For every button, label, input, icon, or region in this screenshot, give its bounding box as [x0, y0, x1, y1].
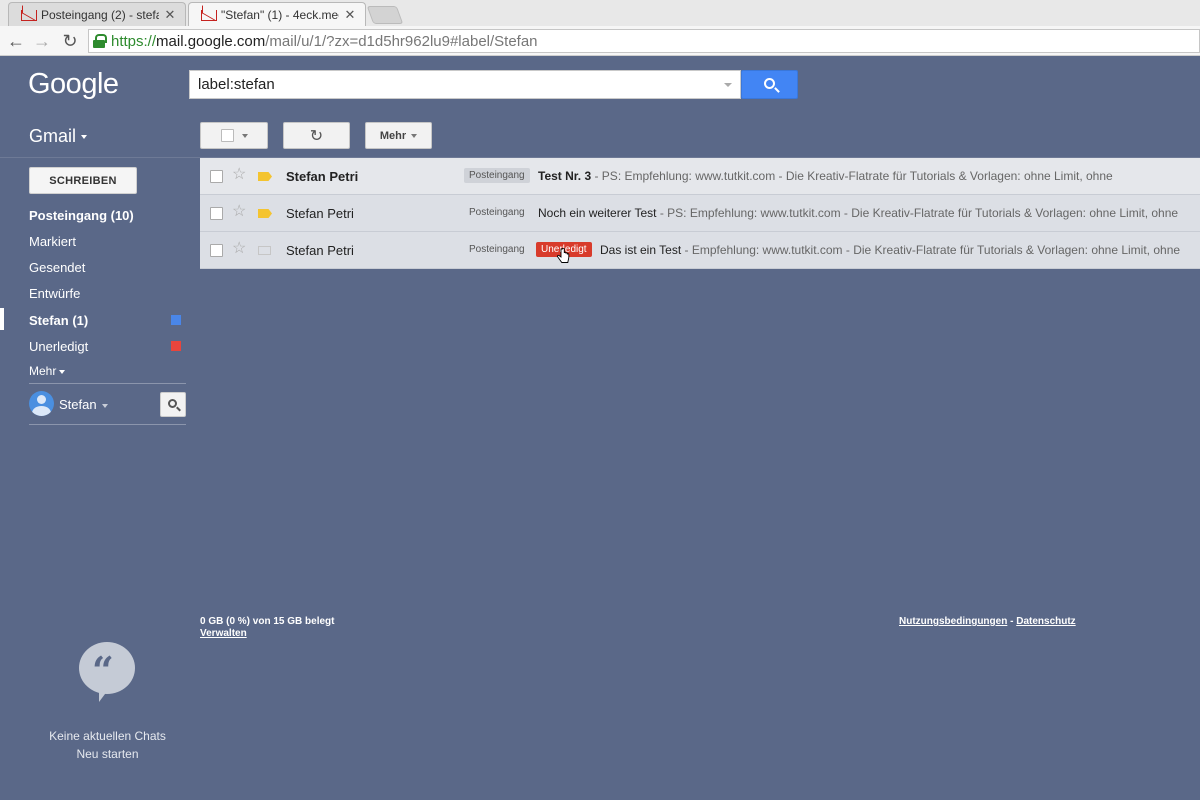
row-checkbox[interactable] [210, 170, 223, 183]
tab-title: "Stefan" (1) - 4eck.media@ [221, 7, 339, 22]
search-query: label:stefan [198, 76, 275, 93]
google-logo[interactable]: Google [28, 68, 119, 101]
subject-line: Test Nr. 3 - PS: Empfehlung: www.tutkit.… [538, 169, 1113, 183]
chevron-down-icon [59, 369, 66, 374]
sidebar-divider [29, 383, 186, 384]
hangouts-user-menu[interactable]: Stefan [59, 397, 108, 412]
refresh-button[interactable]: ↻ [283, 122, 350, 149]
search-icon [168, 399, 177, 408]
snippet: - PS: Empfehlung: www.tutkit.com - Die K… [656, 206, 1179, 220]
avatar[interactable] [29, 391, 54, 416]
label-chip[interactable]: Posteingang [464, 205, 530, 220]
search-input[interactable]: label:stefan [189, 70, 741, 99]
gmail-favicon-icon [201, 8, 217, 22]
table-row[interactable]: ☆ Stefan Petri Posteingang Test Nr. 3 - … [200, 158, 1200, 195]
forward-arrow-icon[interactable]: → [32, 31, 52, 51]
privacy-link[interactable]: Datenschutz [1016, 616, 1075, 627]
refresh-icon: ↻ [309, 127, 324, 145]
chevron-down-icon [411, 133, 418, 138]
sidebar-item-more[interactable]: Mehr [29, 364, 66, 378]
gmail-label: Gmail [29, 126, 77, 146]
subject-line: Noch ein weiterer Test - PS: Empfehlung:… [538, 206, 1178, 220]
footer-separator: - [1007, 616, 1017, 627]
subject: Das ist ein Test [600, 243, 682, 257]
storage-usage: 0 GB (0 %) von 15 GB belegt [200, 616, 335, 627]
row-checkbox[interactable] [210, 244, 223, 257]
subject: Noch ein weiterer Test [538, 206, 657, 220]
label-color-stefan[interactable] [171, 315, 181, 325]
new-tab-button[interactable] [366, 6, 404, 24]
chat-search-button[interactable] [160, 392, 186, 417]
snippet: - PS: Empfehlung: www.tutkit.com - Die K… [591, 169, 1113, 183]
sidebar-item-sent[interactable]: Gesendet [29, 260, 85, 275]
more-button[interactable]: Mehr [365, 122, 432, 149]
no-chats-text: Keine aktuellen Chats [49, 729, 166, 743]
sender: Stefan Petri [286, 243, 354, 258]
browser-tab-bar: Posteingang (2) - stefanst ✕ "Stefan" (1… [0, 0, 1200, 26]
chevron-down-icon [101, 403, 108, 408]
active-item-indicator [0, 308, 4, 330]
search-options-dropdown-icon[interactable] [724, 83, 732, 87]
sidebar-item-inbox[interactable]: Posteingang (10) [29, 208, 134, 223]
sender: Stefan Petri [286, 169, 359, 184]
sidebar-item-starred[interactable]: Markiert [29, 234, 76, 249]
sidebar-more-label: Mehr [29, 364, 57, 378]
reload-icon[interactable]: ↻ [60, 31, 80, 51]
importance-marker-icon[interactable] [258, 246, 271, 255]
sidebar-item-drafts[interactable]: Entwürfe [29, 286, 80, 301]
lock-icon [93, 34, 107, 48]
browser-toolbar: ← → ↻ https://mail.google.com/mail/u/1/?… [0, 26, 1200, 56]
chevron-down-icon [241, 133, 248, 138]
close-tab-icon[interactable]: ✕ [343, 7, 357, 23]
url-path: /mail/u/1/?zx=d1d5hr962lu9#label/Stefan [265, 32, 538, 50]
back-arrow-icon[interactable]: ← [6, 31, 26, 51]
browser-tab-inbox[interactable]: Posteingang (2) - stefanst ✕ [8, 2, 186, 26]
more-label: Mehr [379, 129, 407, 142]
terms-link[interactable]: Nutzungsbedingungen [899, 616, 1007, 627]
subject: Test Nr. 3 [538, 169, 592, 183]
compose-button[interactable]: SCHREIBEN [29, 167, 137, 194]
gmail-favicon-icon [21, 8, 37, 22]
importance-marker-icon[interactable] [258, 209, 272, 218]
label-chip[interactable]: Posteingang [464, 168, 530, 183]
sidebar-item-stefan[interactable]: Stefan (1) [29, 313, 88, 328]
label-color-unerledigt[interactable] [171, 341, 181, 351]
table-row[interactable]: ☆ Stefan Petri Posteingang Noch ein weit… [200, 195, 1200, 232]
user-name: Stefan [59, 397, 97, 412]
url-scheme: https:// [111, 32, 157, 50]
label-chip[interactable]: Posteingang [464, 242, 530, 257]
subject-line: Das ist ein Test - Empfehlung: www.tutki… [600, 243, 1180, 257]
sender: Stefan Petri [286, 206, 354, 221]
snippet: - Empfehlung: www.tutkit.com - Die Kreat… [681, 243, 1181, 257]
sidebar-divider [29, 424, 186, 425]
url-host: mail.google.com [156, 32, 266, 50]
row-checkbox[interactable] [210, 207, 223, 220]
importance-marker-icon[interactable] [258, 172, 272, 181]
table-row[interactable]: ☆ Stefan Petri Posteingang Unerledigt Da… [200, 232, 1200, 269]
manage-storage-link[interactable]: Verwalten [200, 628, 247, 639]
search-button[interactable] [741, 70, 798, 99]
hangouts-icon: “ [79, 642, 135, 702]
close-tab-icon[interactable]: ✕ [163, 7, 177, 23]
select-all-button[interactable] [200, 122, 268, 149]
hand-cursor-icon [557, 248, 570, 263]
star-icon[interactable]: ☆ [232, 241, 246, 257]
gmail-menu[interactable]: Gmail [29, 126, 88, 147]
message-list: ☆ Stefan Petri Posteingang Test Nr. 3 - … [200, 158, 1200, 269]
star-icon[interactable]: ☆ [232, 167, 246, 183]
sidebar-item-unerledigt[interactable]: Unerledigt [29, 339, 88, 354]
search-icon [764, 78, 775, 89]
star-icon[interactable]: ☆ [232, 204, 246, 220]
tab-title: Posteingang (2) - stefanst [41, 7, 159, 22]
browser-tab-stefan[interactable]: "Stefan" (1) - 4eck.media@ ✕ [188, 2, 366, 26]
chevron-down-icon [81, 135, 88, 140]
start-new-chat-link[interactable]: Neu starten [29, 747, 186, 761]
checkbox-icon [220, 129, 234, 142]
footer-links: Nutzungsbedingungen - Datenschutz [899, 616, 1076, 627]
address-bar[interactable]: https://mail.google.com/mail/u/1/?zx=d1d… [88, 29, 1200, 53]
